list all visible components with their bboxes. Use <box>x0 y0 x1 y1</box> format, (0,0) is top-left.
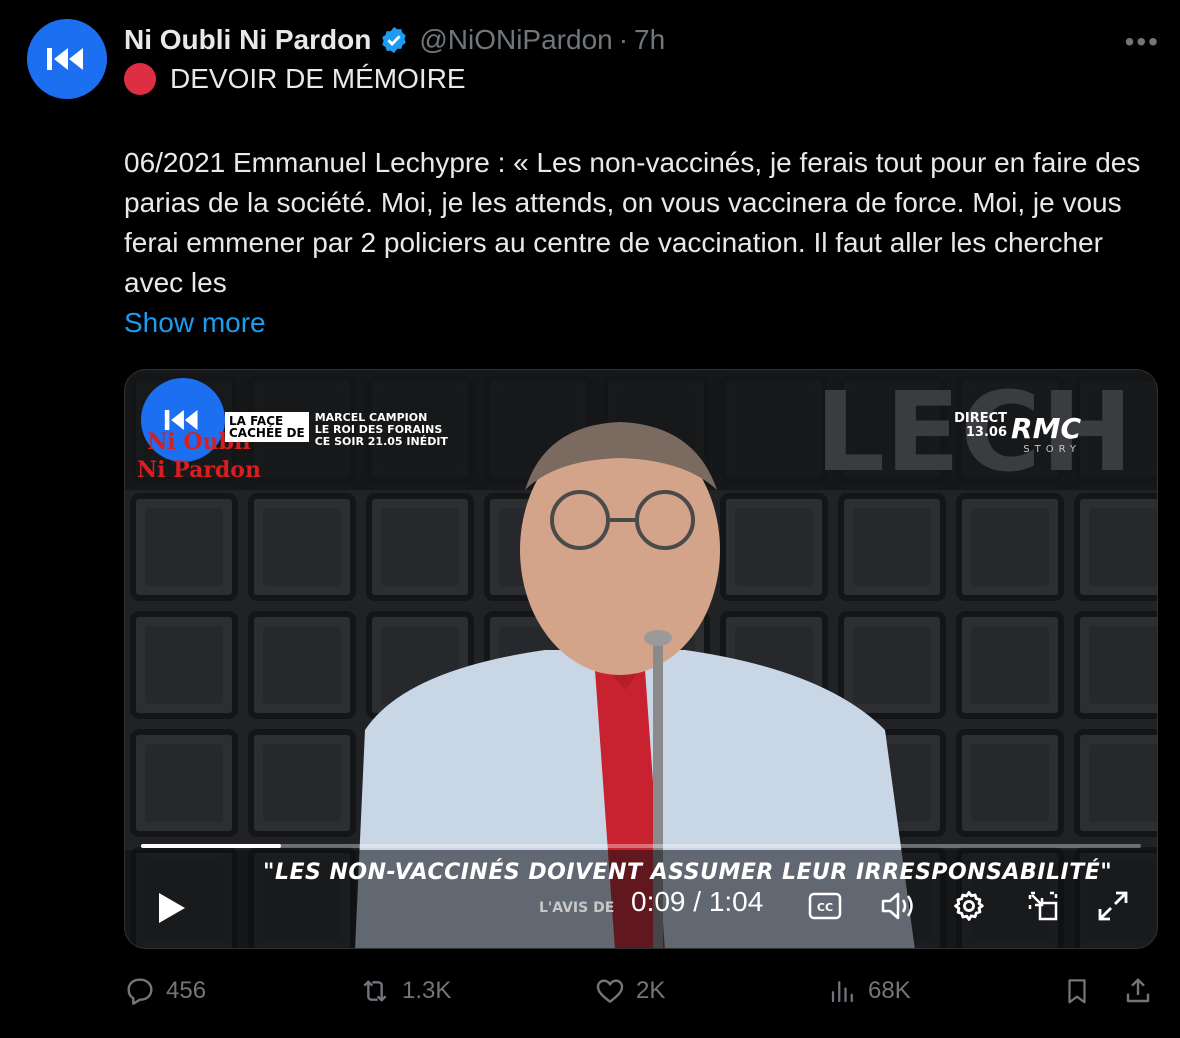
live-badge: DIRECT 13.06 <box>954 412 1007 440</box>
svg-text:CC: CC <box>817 901 833 914</box>
captions-button[interactable]: CC <box>805 886 845 926</box>
author-handle[interactable]: @NiONiPardon <box>419 24 612 56</box>
live-label: DIRECT <box>954 411 1007 426</box>
gear-icon <box>954 891 984 921</box>
views-count: 68K <box>868 977 911 1004</box>
tweet-body: 06/2021 Emmanuel Lechypre : « Les non-va… <box>124 147 1141 298</box>
tweet-header: Ni Oubli Ni Pardon @NiONiPardon · 7h <box>124 20 1160 60</box>
fullscreen-button[interactable] <box>1093 886 1133 926</box>
share-button[interactable] <box>1122 975 1154 1007</box>
channel-sub: STORY <box>1023 444 1081 455</box>
action-bar: 456 1.3K 2K 68K <box>124 975 1164 1017</box>
bookmark-icon <box>1068 979 1086 1004</box>
verified-badge-icon <box>379 25 409 55</box>
picture-in-picture-icon <box>1028 891 1058 921</box>
tweet-time[interactable]: 7h <box>634 24 665 56</box>
rewind-logo-icon <box>47 48 83 70</box>
tweet-subject: DEVOIR DE MÉMOIRE <box>124 63 466 95</box>
volume-icon <box>881 892 913 920</box>
progress-bar[interactable] <box>141 844 1141 848</box>
play-icon <box>159 893 185 923</box>
red-circle-icon <box>124 63 156 95</box>
repost-icon <box>363 980 387 1002</box>
share-icon <box>1126 978 1150 1003</box>
progress-fill <box>141 844 281 848</box>
show-more-link[interactable]: Show more <box>124 303 266 343</box>
live-date: 13.06 <box>965 425 1007 440</box>
volume-button[interactable] <box>877 886 921 926</box>
repost-button[interactable]: 1.3K <box>358 975 451 1007</box>
channel-logo: RMC <box>1011 412 1081 445</box>
subject-text: DEVOIR DE MÉMOIRE <box>170 63 466 94</box>
watermark-line2: Ni Pardon <box>137 457 261 483</box>
like-count: 2K <box>636 977 666 1004</box>
more-options-button[interactable]: ••• <box>1125 26 1160 58</box>
views-button[interactable]: 68K <box>828 975 911 1007</box>
settings-button[interactable] <box>949 886 989 926</box>
author-name[interactable]: Ni Oubli Ni Pardon <box>124 24 371 56</box>
promo-text: MARCEL CAMPION LE ROI DES FORAINS CE SOI… <box>315 412 448 448</box>
promo-badge: LA FACE CACHÉE DE <box>225 412 309 442</box>
play-button[interactable] <box>151 888 191 928</box>
author-avatar[interactable] <box>27 19 107 99</box>
video-controls: 0:09 / 1:04 CC <box>125 878 1157 930</box>
promo-line3: CE SOIR 21.05 INÉDIT <box>314 435 448 448</box>
pip-button[interactable] <box>1023 886 1063 926</box>
reply-icon <box>127 978 153 1005</box>
reply-button[interactable]: 456 <box>124 975 206 1007</box>
program-promo: LA FACE CACHÉE DE MARCEL CAMPION LE ROI … <box>225 412 448 448</box>
like-button[interactable]: 2K <box>594 975 665 1007</box>
bookmark-button[interactable] <box>1062 975 1092 1007</box>
expand-icon <box>1098 891 1128 921</box>
repost-count: 1.3K <box>402 977 452 1004</box>
video-timecode: 0:09 / 1:04 <box>631 886 764 917</box>
video-player[interactable]: LECH Ni Oubli Ni Pardon LA FACE CACHÉE D… <box>124 369 1158 949</box>
views-icon <box>831 981 853 1003</box>
captions-icon: CC <box>808 892 842 920</box>
reply-count: 456 <box>166 977 207 1004</box>
promo-badge-line2: CACHÉE DE <box>229 426 305 440</box>
heart-icon <box>596 979 624 1003</box>
header-separator: · <box>618 24 629 55</box>
